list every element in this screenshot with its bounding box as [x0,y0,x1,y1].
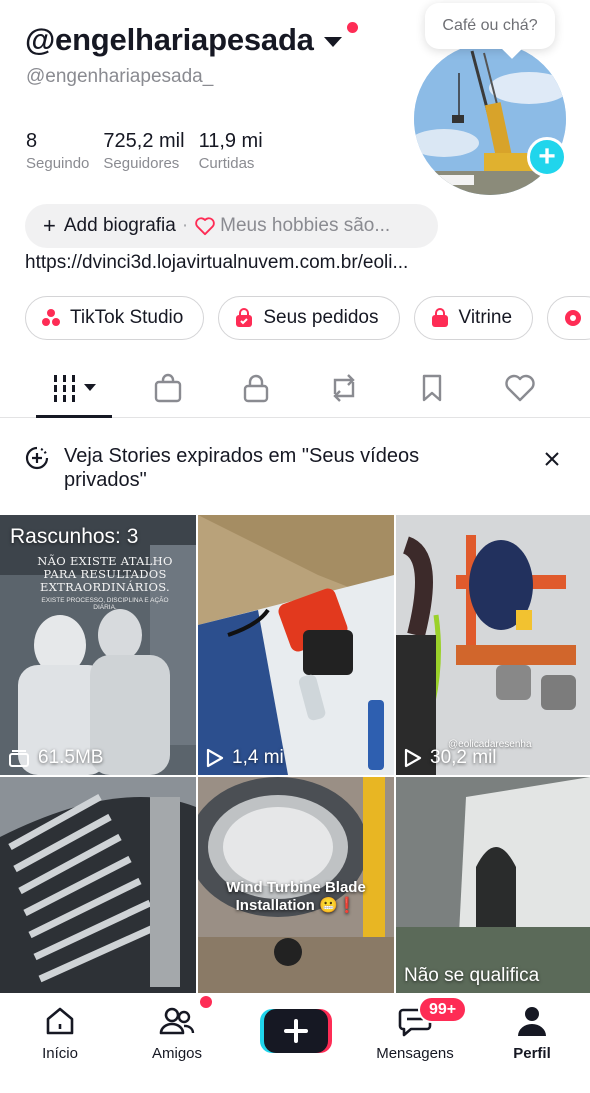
chip-storefront[interactable]: Vitrine [413,296,534,340]
video-thumb[interactable]: @eolicadaresenha 30,2 mil [396,515,590,775]
view-count: 1,4 mi [206,747,284,769]
plus-icon: + [43,213,56,238]
hobbies-placeholder: Meus hobbies são... [220,215,391,236]
add-bio-pill[interactable]: + Add biografia · Meus hobbies são... [25,204,438,248]
drafts-size-value: 61.5MB [38,747,104,768]
tab-shop[interactable] [148,368,188,408]
play-icon [404,748,422,768]
chevron-down-icon [323,37,342,47]
profile-handle: @engenhariapesada_ [26,66,214,87]
drafts-stack-icon [9,750,29,767]
profile-username: @engelhariapesada [25,22,314,57]
shop-bag-icon [154,373,182,403]
drafts-label: Rascunhos: 3 [10,525,139,548]
expired-stories-banner[interactable]: Veja Stories expirados em "Seus vídeos p… [25,444,565,494]
bolt-tool-photo [396,515,590,775]
note-bubble-text: Café ou chá? [442,17,538,34]
profile-icon [518,1007,546,1036]
video-thumb[interactable]: Wind Turbine Blade Installation 😬❗ [198,777,394,993]
video-caption: NÃO EXISTE ATALHO PARA RESULTADOS EXTRAO… [37,554,173,594]
banner-text: Veja Stories expirados em "Seus vídeos p… [64,445,420,491]
turbine-base-photo [396,777,590,993]
close-icon[interactable] [543,450,561,468]
nav-profile[interactable]: Perfil [502,1003,562,1062]
stat-label: Seguindo [26,155,90,172]
stat-following[interactable]: 8 Seguindo [26,130,89,172]
profile-stats: 8 Seguindo 725,2 mil Seguidores 11,9 mi … [26,130,263,172]
nav-label: Amigos [151,1045,203,1062]
add-bio-label: Add biografia [63,215,176,236]
tab-private[interactable] [236,368,276,408]
drafts-size: 61.5MB [8,747,103,769]
storefront-icon [431,308,448,327]
bookmark-icon [422,374,442,402]
video-thumb[interactable]: 1,4 mi [198,515,394,775]
bearing-gear-photo [0,777,196,993]
tab-reposts[interactable] [324,368,364,408]
stat-value: 725,2 mil [103,130,185,152]
video-thumb[interactable]: Não se qualifica [396,777,590,993]
nav-home[interactable]: Início [30,1003,90,1062]
profile-username-switcher[interactable]: @engelhariapesada [25,22,358,58]
turbine-top-photo [198,515,394,775]
video-caption: Wind Turbine Blade Installation 😬❗ [226,879,366,914]
stat-followers[interactable]: 725,2 mil Seguidores [103,130,184,172]
tab-videos[interactable] [44,368,104,408]
profile-link[interactable]: https://dvinci3d.lojavirtualnuvem.com.br… [25,252,408,274]
profile-content-tabs [0,360,590,418]
create-plus-icon [260,1009,332,1053]
create-button[interactable] [260,1009,332,1053]
video-caption-secondary: EXISTE PROCESSO, DISCIPLINA E AÇÃO DIÁRI… [41,597,169,611]
friends-notification-dot [200,996,212,1008]
repost-icon [333,374,355,402]
profile-shortcut-chips: TikTok Studio Seus pedidos Vitrine [25,296,590,340]
nav-label: Início [42,1045,78,1062]
add-story-button[interactable]: + [527,137,567,177]
stat-value: 8 [26,130,38,152]
bottom-navigation: Início Amigos Mensagens Perfil [0,993,590,1093]
liked-heart-icon [505,374,535,402]
stat-likes[interactable]: 11,9 mi Curtidas [199,130,263,172]
view-count-value: 1,4 mi [232,747,284,768]
messages-badge: 99+ [418,996,468,1023]
not-eligible-text: Não se qualifica [404,965,540,986]
view-count: 30,2 mil [404,747,497,769]
chip-orders[interactable]: Seus pedidos [218,296,400,340]
tab-liked[interactable] [500,368,540,408]
chip-label: TikTok Studio [70,307,184,328]
friends-icon [159,1007,195,1035]
view-count-value: 30,2 mil [430,747,497,768]
stat-value: 11,9 mi [198,130,263,152]
stat-label: Curtidas [198,155,255,172]
story-add-icon [25,446,49,470]
private-lock-icon [243,374,269,403]
bio-separator: · [181,215,189,236]
more-chip-icon [565,310,582,326]
chip-more[interactable] [547,296,590,340]
stat-label: Seguidores [103,155,180,172]
video-thumb-drafts[interactable]: Rascunhos: 3 NÃO EXISTE ATALHO PARA RESU… [0,515,196,775]
notification-dot [346,22,358,33]
tab-saved[interactable] [412,368,452,408]
tiktok-studio-icon [42,309,60,326]
chip-tiktok-studio[interactable]: TikTok Studio [25,296,205,340]
play-icon [206,748,224,768]
chip-label: Seus pedidos [263,307,379,328]
nav-label: Mensagens [376,1045,454,1062]
videos-grid-icon [54,375,96,402]
note-bubble[interactable]: Café ou chá? [425,3,555,49]
orders-bag-icon [236,308,253,327]
chip-label: Vitrine [458,307,513,328]
heart-outline-icon [195,217,215,236]
nav-friends[interactable]: Amigos [142,1003,212,1062]
video-thumb[interactable] [0,777,196,993]
active-tab-indicator [36,415,112,418]
not-eligible-label: Não se qualifica [404,965,539,987]
nav-label: Perfil [513,1045,551,1062]
home-icon [46,1007,74,1035]
